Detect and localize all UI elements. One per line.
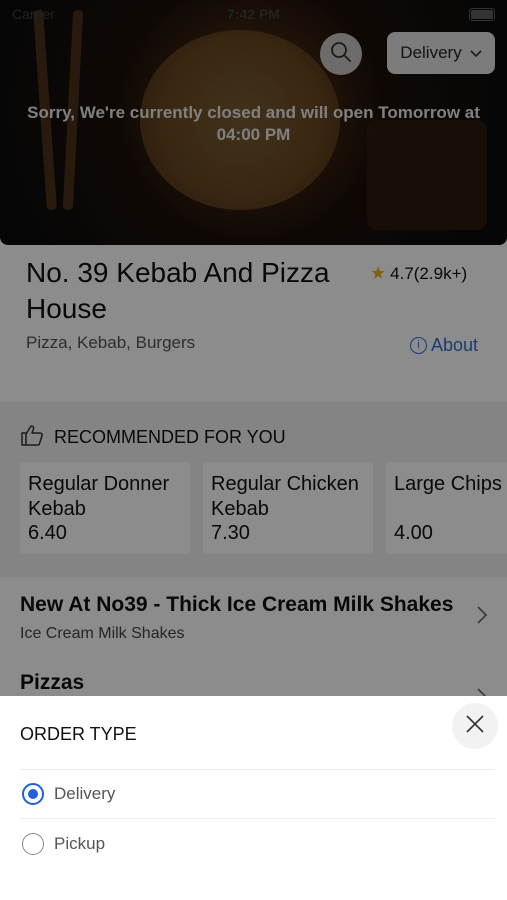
divider <box>20 818 495 819</box>
option-label: Pickup <box>54 834 106 853</box>
clock: 7:42 PM <box>227 6 280 22</box>
radio-selected[interactable] <box>22 783 44 805</box>
option-label: Delivery <box>54 784 116 803</box>
close-button[interactable] <box>452 703 498 749</box>
close-icon <box>465 714 485 739</box>
divider <box>20 769 495 770</box>
option-pickup[interactable]: Pickup <box>22 833 105 855</box>
battery-icon <box>469 8 495 21</box>
order-type-sheet: ORDER TYPE Delivery Pickup <box>0 696 507 900</box>
radio-unselected[interactable] <box>22 833 44 855</box>
sheet-title: ORDER TYPE <box>20 724 137 744</box>
status-bar: Carrier 7:42 PM <box>0 0 507 26</box>
option-delivery[interactable]: Delivery <box>22 783 115 805</box>
